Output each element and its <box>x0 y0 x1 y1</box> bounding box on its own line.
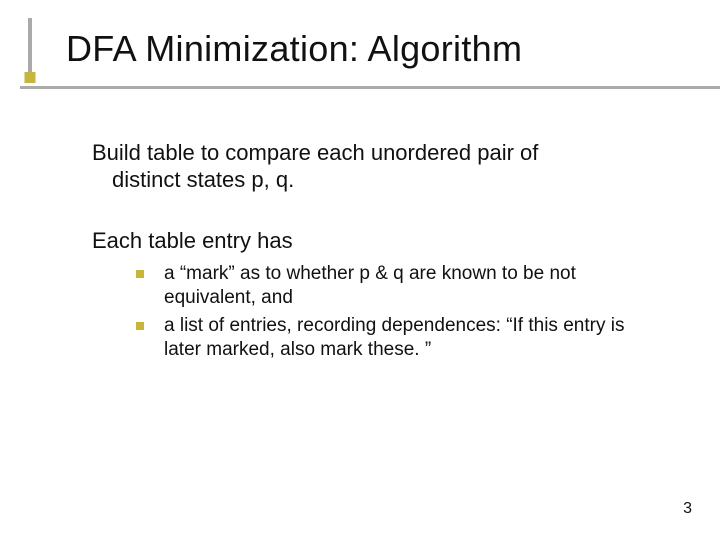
list-item: a list of entries, recording dependences… <box>136 314 660 362</box>
list-item: a “mark” as to whether p & q are known t… <box>136 262 660 310</box>
title-row: DFA Minimization: Algorithm <box>0 18 720 80</box>
title-accent-icon <box>20 18 40 80</box>
bullet-text-2: a list of entries, recording dependences… <box>164 314 660 362</box>
slide-title: DFA Minimization: Algorithm <box>66 28 522 70</box>
paragraph-2: Each table entry has <box>92 228 660 255</box>
square-bullet-icon <box>136 270 144 278</box>
paragraph-1: Build table to compare each unordered pa… <box>92 140 660 194</box>
page-number: 3 <box>683 500 692 518</box>
paragraph-1-line-1: Build table to compare each unordered pa… <box>92 140 660 167</box>
bullet-text-1: a “mark” as to whether p & q are known t… <box>164 262 660 310</box>
paragraph-1-line-2: distinct states p, q. <box>92 167 660 194</box>
slide: DFA Minimization: Algorithm Build table … <box>0 0 720 540</box>
bullet-list: a “mark” as to whether p & q are known t… <box>92 262 660 362</box>
square-bullet-icon <box>136 322 144 330</box>
title-underline <box>20 86 720 89</box>
slide-body: Build table to compare each unordered pa… <box>92 140 660 366</box>
